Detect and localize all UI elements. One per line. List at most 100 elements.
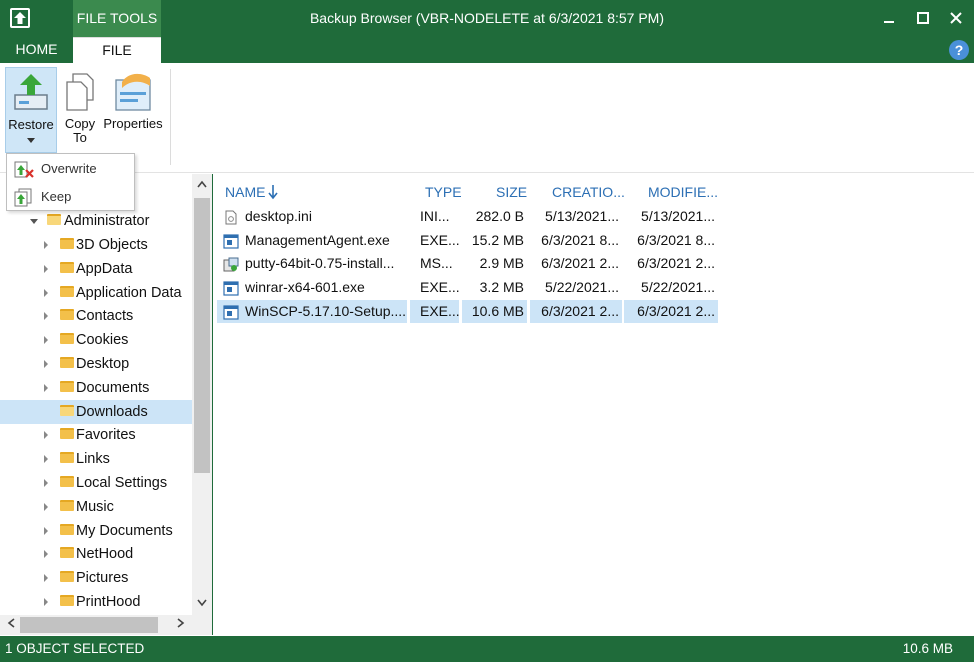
tree-item[interactable]: Local Settings bbox=[0, 471, 192, 495]
chevron-right-icon[interactable] bbox=[44, 241, 48, 249]
tree-item[interactable]: Favorites bbox=[0, 423, 192, 447]
close-icon bbox=[950, 12, 962, 24]
chevron-right-icon[interactable] bbox=[44, 574, 48, 583]
chevron-right-icon[interactable] bbox=[44, 455, 48, 464]
tree-item[interactable]: Music bbox=[0, 495, 192, 519]
chevron-right-icon[interactable] bbox=[44, 336, 48, 345]
file-row[interactable]: WinSCP-5.17.10-Setup.... EXE... 10.6 MB 6/3… bbox=[215, 299, 720, 323]
tree-item[interactable]: 3D Objects bbox=[0, 233, 192, 257]
chevron-right-icon[interactable] bbox=[44, 431, 48, 440]
tree-item[interactable]: Application Data bbox=[0, 281, 192, 305]
column-header-name[interactable]: NAME bbox=[225, 183, 265, 201]
properties-icon bbox=[115, 73, 151, 111]
menu-item-keep[interactable]: Keep bbox=[7, 183, 134, 211]
status-selection-size: 10.6 MB bbox=[902, 641, 953, 656]
tree-horizontal-scrollbar[interactable] bbox=[0, 615, 212, 635]
file-row[interactable]: winrar-x64-601.exe EXE... 3.2 MB 5/22/2021.… bbox=[215, 276, 720, 299]
menu-item-overwrite[interactable]: Overwrite bbox=[7, 155, 134, 183]
file-modified-cell: 6/3/2021 2... bbox=[637, 255, 715, 272]
close-button[interactable] bbox=[943, 5, 969, 31]
chevron-right-icon[interactable] bbox=[44, 479, 48, 487]
ribbon-tab-row: HOME FILE bbox=[0, 37, 974, 63]
folder-open-icon bbox=[47, 214, 61, 225]
restore-label: Restore bbox=[8, 117, 54, 132]
tree-item-label: Desktop bbox=[76, 356, 130, 372]
tree-item[interactable]: Desktop bbox=[0, 352, 192, 376]
file-modified-cell: 6/3/2021 2... bbox=[624, 299, 718, 323]
tree-item[interactable]: Documents bbox=[0, 376, 192, 400]
tree-item-label: My Documents bbox=[76, 522, 173, 539]
tree-item[interactable]: NetHood bbox=[0, 542, 192, 566]
status-bar: 1 OBJECT SELECTED 10.6 MB bbox=[0, 636, 974, 662]
folder-icon bbox=[60, 523, 74, 535]
tree-item-label: Contacts bbox=[76, 308, 134, 325]
file-size-cell: 3.2 MB bbox=[479, 279, 524, 296]
file-row[interactable]: ManagementAgent.exe EXE... 15.2 MB 6/3/2021… bbox=[215, 229, 720, 252]
tree-item[interactable]: PrintHood bbox=[0, 590, 192, 614]
exe-file-icon bbox=[223, 304, 239, 320]
file-type-cell: EXE... bbox=[420, 231, 459, 248]
tree-item[interactable]: Cookies bbox=[0, 328, 192, 352]
file-name-cell: putty-64bit-0.75-install... bbox=[217, 252, 407, 275]
file-name-cell: WinSCP-5.17.10-Setup.... bbox=[217, 299, 407, 323]
file-row[interactable]: putty-64bit-0.75-install... MS... 2.9 MB 6/… bbox=[215, 252, 720, 275]
scrollbar-thumb[interactable] bbox=[20, 617, 158, 633]
tree-item[interactable]: My Documents bbox=[0, 519, 192, 543]
app-logo-icon bbox=[10, 8, 30, 28]
tree-item-administrator[interactable]: Administrator bbox=[0, 209, 192, 233]
properties-button[interactable]: Properties bbox=[102, 67, 164, 153]
maximize-button[interactable] bbox=[910, 5, 936, 31]
restore-dropdown-menu: Overwrite Keep bbox=[6, 153, 135, 211]
chevron-right-icon[interactable] bbox=[44, 598, 48, 606]
scroll-down-icon[interactable] bbox=[192, 595, 212, 613]
copy-to-label-line1: Copy bbox=[64, 116, 96, 131]
tab-home[interactable]: HOME bbox=[0, 37, 73, 63]
column-header-created[interactable]: CREATIO... bbox=[552, 183, 625, 201]
column-header-type[interactable]: TYPE bbox=[425, 183, 462, 201]
chevron-right-icon[interactable] bbox=[44, 312, 48, 321]
chevron-down-icon[interactable] bbox=[30, 219, 38, 224]
column-header-modified[interactable]: MODIFIE... bbox=[648, 183, 718, 201]
minimize-button[interactable] bbox=[876, 5, 902, 31]
chevron-right-icon[interactable] bbox=[44, 526, 48, 535]
tree-item[interactable]: Downloads bbox=[0, 399, 192, 424]
file-row[interactable]: desktop.ini INI... 282.0 B 5/13/2021... 5/13… bbox=[215, 205, 720, 228]
scroll-left-icon[interactable] bbox=[2, 615, 20, 635]
chevron-right-icon[interactable] bbox=[44, 360, 48, 368]
scrollbar-thumb[interactable] bbox=[194, 198, 210, 473]
folder-icon bbox=[60, 571, 74, 583]
properties-label: Properties bbox=[103, 116, 163, 131]
tree-item[interactable]: Pictures bbox=[0, 566, 192, 590]
file-name-text: desktop.ini bbox=[245, 208, 312, 224]
context-tab-file-tools: FILE TOOLS bbox=[73, 0, 161, 37]
folder-icon bbox=[60, 499, 74, 511]
chevron-right-icon[interactable] bbox=[44, 288, 48, 297]
folder-tree: Administrator 3D Objects AppData Applicati… bbox=[0, 174, 213, 635]
scroll-right-icon[interactable] bbox=[172, 615, 190, 635]
folder-icon bbox=[60, 380, 74, 392]
sort-descending-icon bbox=[268, 185, 278, 200]
tree-item[interactable]: Contacts bbox=[0, 304, 192, 328]
chevron-right-icon[interactable] bbox=[44, 264, 48, 273]
chevron-right-icon[interactable] bbox=[44, 550, 48, 559]
restore-button[interactable]: Restore bbox=[5, 67, 57, 153]
msi-installer-icon bbox=[223, 256, 239, 272]
chevron-down-icon bbox=[27, 138, 35, 143]
copy-to-button[interactable]: Copy To bbox=[60, 67, 100, 153]
file-type-cell: EXE... bbox=[410, 299, 459, 323]
file-modified-cell: 6/3/2021 8... bbox=[637, 231, 715, 248]
chevron-right-icon[interactable] bbox=[44, 502, 48, 511]
tab-file[interactable]: FILE bbox=[73, 37, 161, 63]
tree-item-label: 3D Objects bbox=[76, 237, 148, 253]
tree-item[interactable]: AppData bbox=[0, 257, 192, 281]
tree-vertical-scrollbar[interactable] bbox=[192, 174, 212, 615]
tree-item-label: Administrator bbox=[64, 213, 150, 229]
file-name-cell: winrar-x64-601.exe bbox=[217, 276, 407, 299]
chevron-right-icon[interactable] bbox=[44, 383, 48, 392]
file-name-text: putty-64bit-0.75-install... bbox=[245, 255, 395, 272]
tree-item[interactable]: Links bbox=[0, 447, 192, 471]
column-header-size[interactable]: SIZE bbox=[496, 183, 527, 201]
scroll-up-icon[interactable] bbox=[192, 176, 212, 194]
help-icon[interactable]: ? bbox=[949, 40, 969, 60]
keep-icon bbox=[14, 188, 32, 207]
